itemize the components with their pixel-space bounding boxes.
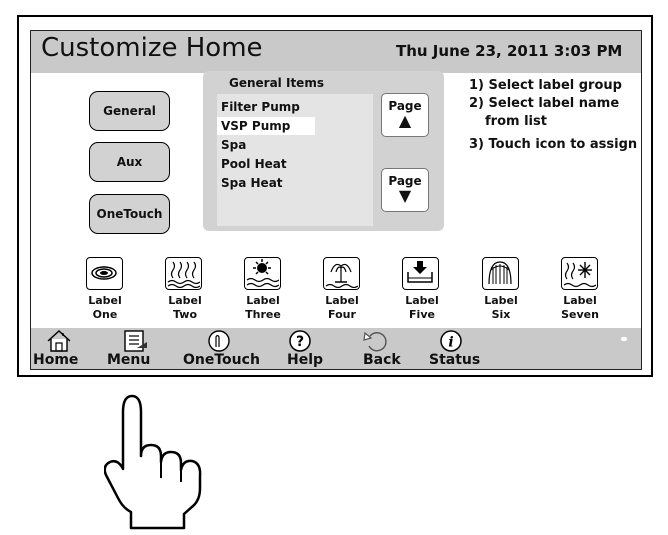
instruction-step-2-cont: from list xyxy=(485,114,547,129)
label-line1: Label xyxy=(563,294,597,307)
heat-snowflake-icon xyxy=(563,262,596,288)
page-title: Customize Home xyxy=(41,33,263,63)
svg-text:?: ? xyxy=(296,334,304,350)
list-title: General Items xyxy=(229,76,324,90)
nav-help[interactable]: ? Help xyxy=(279,328,329,369)
instruction-step-3: 3) Touch icon to assign xyxy=(469,137,638,152)
nav-home[interactable]: Home xyxy=(31,328,91,369)
nav-status-label: Status xyxy=(429,352,481,368)
label-six-button[interactable] xyxy=(482,257,519,290)
label-three-button[interactable] xyxy=(244,257,281,290)
label-line2: Six xyxy=(491,308,511,321)
swirl-icon xyxy=(91,266,117,280)
header-bar: Customize Home Thu June 23, 2011 3:03 PM xyxy=(31,31,641,73)
list-item[interactable]: Pool Heat xyxy=(217,155,291,173)
info-icon: i xyxy=(440,330,462,352)
up-arrow-icon: ▲ xyxy=(398,111,412,130)
sun-water-icon xyxy=(246,259,279,288)
label-seven-button[interactable] xyxy=(561,257,598,290)
label-line1: Label xyxy=(484,294,518,307)
label-one-caption: Label One xyxy=(75,294,135,322)
help-icon: ? xyxy=(289,330,311,352)
label-list: Filter Pump VSP Pump Spa Pool Heat Spa H… xyxy=(217,94,373,226)
nav-back-label: Back xyxy=(363,352,401,368)
instructions: 1) Select label group 2) Select label na… xyxy=(469,77,637,154)
nav-status[interactable]: i Status xyxy=(425,328,485,369)
status-indicator-dot xyxy=(621,337,627,341)
nav-help-label: Help xyxy=(287,352,324,368)
label-line2: One xyxy=(92,308,118,321)
nav-onetouch[interactable]: OneTouch xyxy=(173,328,260,369)
list-item[interactable]: Spa Heat xyxy=(217,174,287,192)
label-six-caption: Label Six xyxy=(471,294,531,322)
back-arrow-icon xyxy=(363,331,387,352)
label-list-panel: General Items Filter Pump VSP Pump Spa P… xyxy=(203,71,444,231)
onetouch-icon xyxy=(208,330,230,352)
menu-notepad-icon xyxy=(124,330,147,352)
list-item[interactable]: Spa xyxy=(217,136,250,154)
house-icon xyxy=(47,330,71,352)
svg-text:i: i xyxy=(448,335,453,351)
nav-home-label: Home xyxy=(33,352,79,368)
label-one-button[interactable] xyxy=(86,257,123,290)
pointing-hand-icon xyxy=(104,394,202,530)
label-line1: Label xyxy=(168,294,202,307)
date-time: Thu June 23, 2011 3:03 PM xyxy=(396,42,623,60)
fountain-icon xyxy=(325,263,358,288)
bottom-nav-bar: Home Menu OneTouch ? Help Back i Status xyxy=(31,328,641,369)
waterfall-icon xyxy=(488,261,512,285)
label-line2: Two xyxy=(172,308,197,321)
label-two-button[interactable] xyxy=(165,257,202,290)
list-item-selected[interactable]: VSP Pump xyxy=(217,117,315,135)
nav-onetouch-label: OneTouch xyxy=(183,352,260,368)
label-line2: Three xyxy=(245,308,281,321)
aux-group-button[interactable]: Aux xyxy=(89,142,170,182)
label-line1: Label xyxy=(88,294,122,307)
label-five-button[interactable] xyxy=(402,257,439,290)
label-three-caption: Label Three xyxy=(233,294,293,322)
nav-back[interactable]: Back xyxy=(354,328,404,369)
label-four-button[interactable] xyxy=(323,257,360,290)
nav-menu-label: Menu xyxy=(107,352,151,368)
list-item[interactable]: Filter Pump xyxy=(217,98,304,116)
touch-screen: Customize Home Thu June 23, 2011 3:03 PM… xyxy=(30,30,642,370)
control-panel-frame: Customize Home Thu June 23, 2011 3:03 PM… xyxy=(17,15,653,377)
label-line1: Label xyxy=(246,294,280,307)
page-down-button[interactable]: Page ▼ xyxy=(381,168,429,212)
label-line1: Label xyxy=(405,294,439,307)
label-line2: Five xyxy=(409,308,435,321)
label-seven-caption: Label Seven xyxy=(550,294,610,322)
instruction-step-2: 2) Select label name xyxy=(469,96,620,111)
label-line1: Label xyxy=(325,294,359,307)
nav-menu[interactable]: Menu xyxy=(95,328,155,369)
heat-waves-icon xyxy=(167,261,200,288)
down-arrow-icon: ▼ xyxy=(398,186,412,205)
page-up-button[interactable]: Page ▲ xyxy=(381,93,429,137)
drain-icon xyxy=(407,261,433,283)
label-line2: Seven xyxy=(561,308,599,321)
label-five-caption: Label Five xyxy=(392,294,452,322)
general-group-button[interactable]: General xyxy=(89,91,170,131)
label-two-caption: Label Two xyxy=(155,294,215,322)
instruction-step-1: 1) Select label group xyxy=(469,78,622,93)
label-four-caption: Label Four xyxy=(312,294,372,322)
onetouch-group-button[interactable]: OneTouch xyxy=(89,194,170,234)
label-line2: Four xyxy=(328,308,356,321)
